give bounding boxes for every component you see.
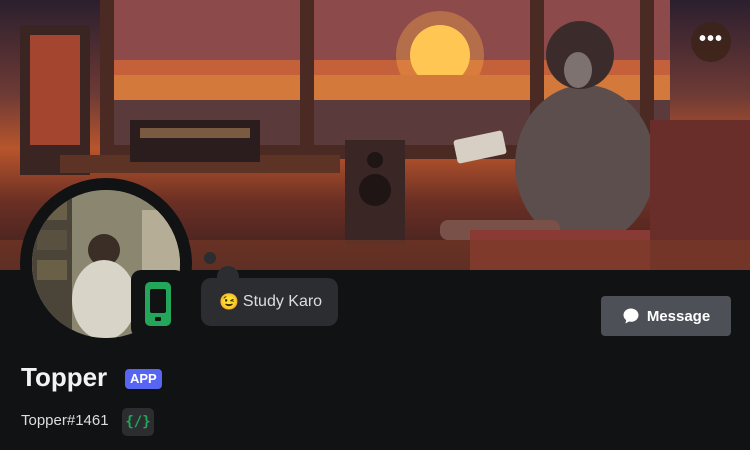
code-braces-icon[interactable]: {/} [122, 408, 154, 436]
chat-bubble-icon [623, 308, 639, 324]
more-dots-icon: ••• [698, 28, 723, 50]
wink-emoji-icon: 😉 [219, 294, 239, 311]
mobile-online-status [131, 270, 185, 338]
display-name: Topper [21, 362, 108, 392]
more-options-button[interactable]: ••• [691, 22, 731, 62]
app-badge: APP [125, 369, 162, 389]
mobile-phone-icon [145, 282, 171, 326]
username: Topper#1461 [21, 412, 109, 429]
custom-status[interactable]: 😉 Study Karo [201, 278, 339, 326]
custom-status-text: Study Karo [242, 293, 323, 310]
message-button-label: Message [646, 307, 711, 325]
message-button[interactable]: Message [601, 296, 731, 336]
thought-dot-small [204, 252, 216, 264]
